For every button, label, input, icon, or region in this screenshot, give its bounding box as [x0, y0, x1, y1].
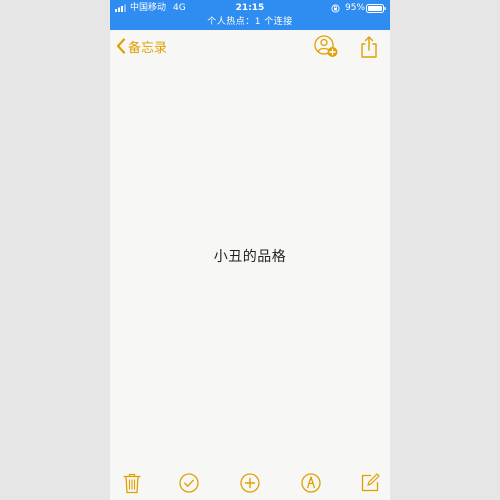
add-person-icon [314, 35, 338, 57]
status-bar: 中国移动 4G 21:15 95% 个人热点：1 个连接 [110, 0, 390, 30]
checklist-button[interactable] [178, 472, 200, 494]
markup-pen-icon [301, 473, 321, 493]
compose-icon [361, 473, 380, 492]
markup-button[interactable] [300, 472, 322, 494]
add-collaborator-button[interactable] [313, 35, 339, 59]
add-icon [240, 473, 260, 493]
checklist-icon [179, 473, 199, 493]
status-row: 中国移动 4G 21:15 95% [110, 1, 390, 15]
back-button-label: 备忘录 [128, 40, 168, 56]
compose-button[interactable] [359, 472, 381, 494]
phone-screen: 中国移动 4G 21:15 95% 个人热点：1 个连接 备忘录 小丑的品格 [110, 0, 390, 500]
bottom-toolbar [110, 468, 390, 500]
delete-note-button[interactable] [121, 472, 143, 494]
share-button[interactable] [360, 35, 378, 59]
hotspot-banner[interactable]: 个人热点：1 个连接 [110, 15, 390, 29]
trash-icon [123, 473, 141, 494]
orientation-lock-icon [331, 4, 340, 13]
battery-percent: 95% [345, 3, 366, 13]
share-icon [361, 36, 377, 58]
navigation-bar: 备忘录 [110, 30, 390, 64]
note-content[interactable]: 小丑的品格 [110, 246, 390, 266]
back-button[interactable]: 备忘录 [116, 36, 167, 56]
add-button[interactable] [239, 472, 261, 494]
chevron-left-icon [116, 38, 126, 54]
battery-icon [366, 4, 386, 13]
note-editor[interactable]: 小丑的品格 [110, 64, 390, 464]
